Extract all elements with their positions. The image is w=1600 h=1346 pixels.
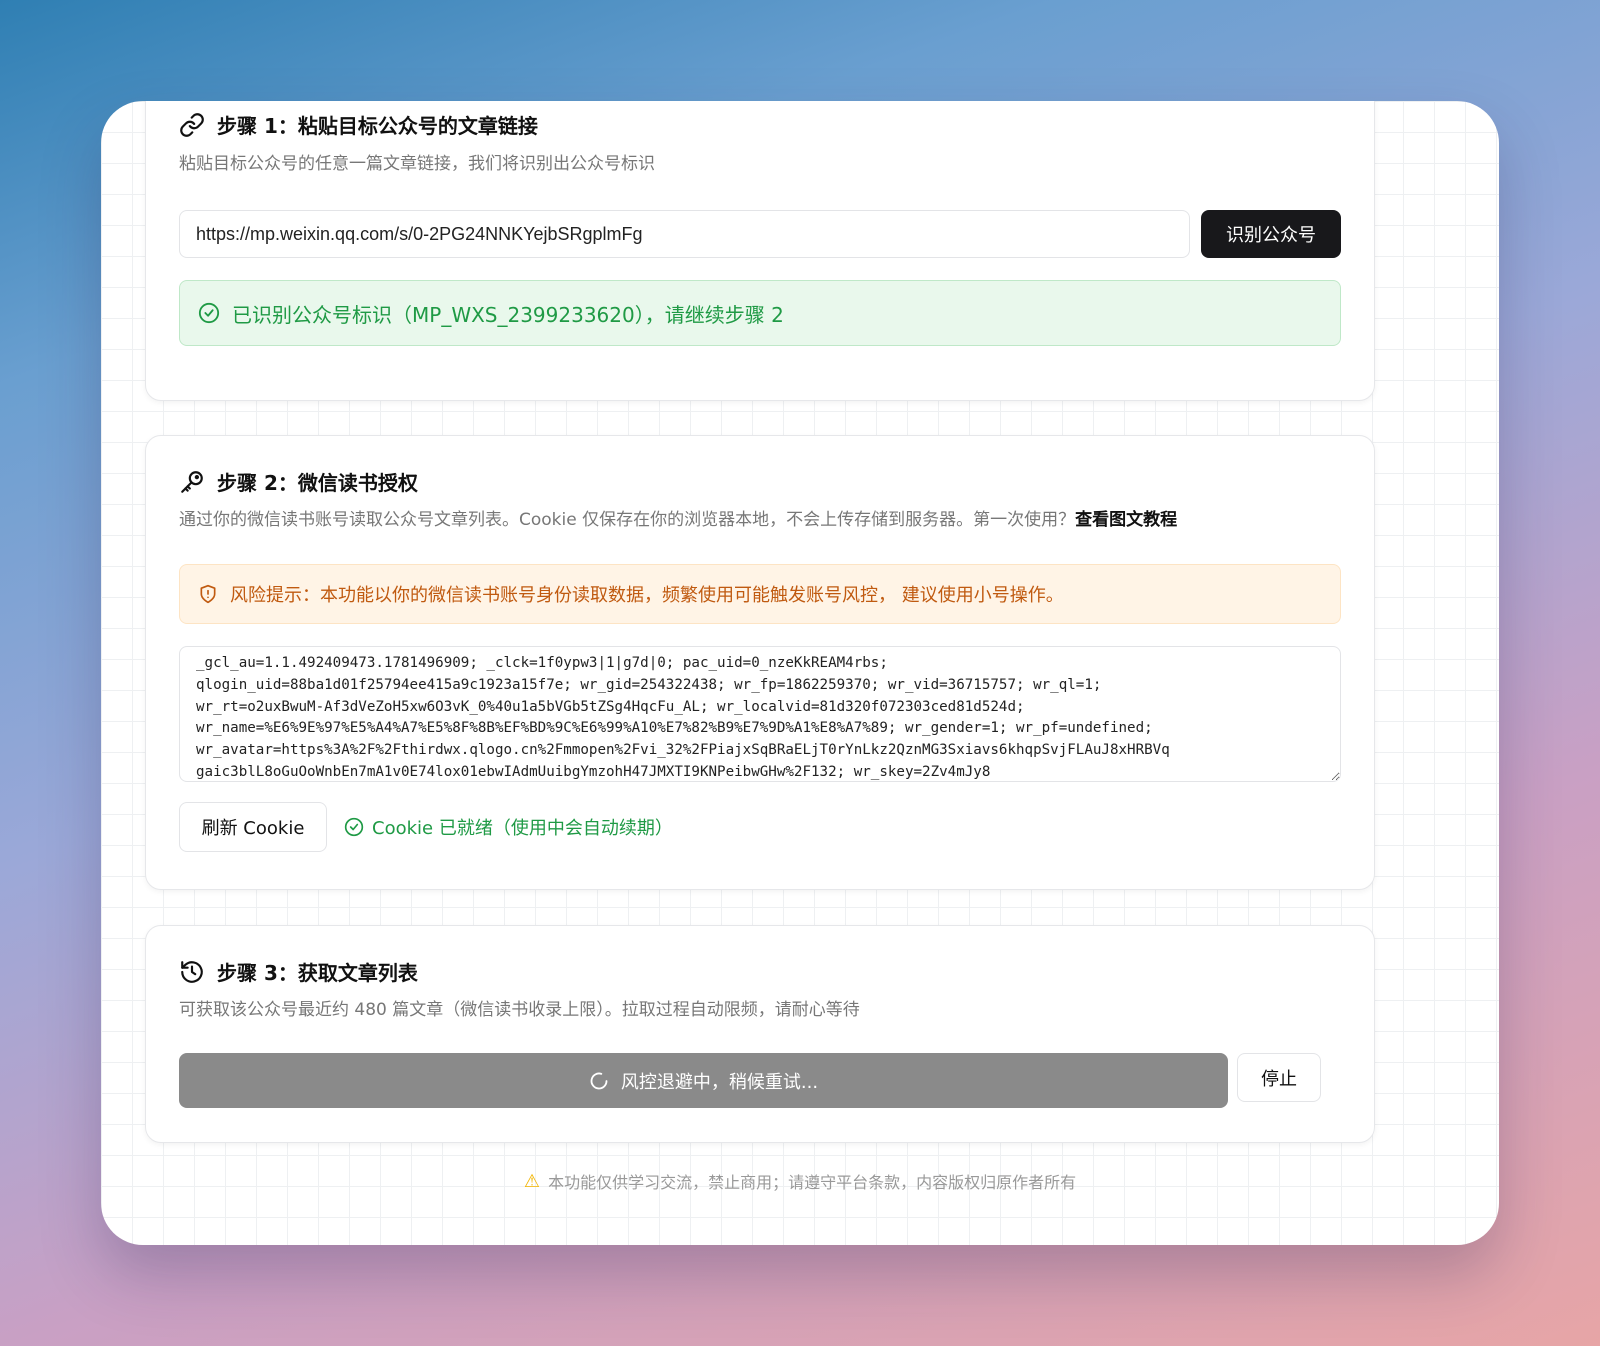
- identify-success-alert: 已识别公众号标识（MP_WXS_2399233620），请继续步骤 2: [179, 280, 1341, 346]
- step1-header: 步骤 1：粘贴目标公众号的文章链接: [179, 110, 538, 139]
- step1-title: 步骤 1：粘贴目标公众号的文章链接: [217, 114, 538, 138]
- step1-description: 粘贴目标公众号的任意一篇文章链接，我们将识别出公众号标识: [179, 154, 655, 174]
- link-icon: [180, 112, 204, 137]
- fetch-progress-button[interactable]: 风控退避中，稍候重试...: [179, 1053, 1228, 1108]
- cookie-status-text: Cookie 已就绪（使用中会自动续期）: [372, 818, 673, 839]
- step3-description: 可获取该公众号最近约 480 篇文章（微信读书收录上限）。拉取过程自动限频，请耐…: [179, 1000, 860, 1020]
- check-circle-icon: [198, 302, 220, 324]
- spinner-icon: [590, 1072, 608, 1089]
- key-icon: [181, 470, 203, 493]
- step2-card: 步骤 2：微信读书授权 通过你的微信读书账号读取公众号文章列表。Cookie 仅…: [145, 435, 1375, 890]
- step2-description-text: 通过你的微信读书账号读取公众号文章列表。Cookie 仅保存在你的浏览器本地，不…: [179, 510, 1076, 530]
- cookie-textarea[interactable]: _gcl_au=1.1.492409473.1781496909; _clck=…: [179, 646, 1341, 782]
- identify-account-button[interactable]: 识别公众号: [1201, 210, 1341, 258]
- step2-header: 步骤 2：微信读书授权: [179, 467, 418, 496]
- step2-title: 步骤 2：微信读书授权: [217, 471, 418, 495]
- step3-card: 步骤 3：获取文章列表 可获取该公众号最近约 480 篇文章（微信读书收录上限）…: [145, 925, 1375, 1143]
- article-url-input[interactable]: [179, 210, 1190, 258]
- identify-success-text: 已识别公众号标识（MP_WXS_2399233620），请继续步骤 2: [232, 302, 784, 327]
- risk-warning-text: 风险提示：本功能以你的微信读书账号身份读取数据，频繁使用可能触发账号风控， 建议…: [230, 585, 1064, 606]
- tutorial-link[interactable]: 查看图文教程: [1075, 510, 1177, 530]
- history-icon: [181, 960, 203, 983]
- step1-card: 步骤 1：粘贴目标公众号的文章链接 粘贴目标公众号的任意一篇文章链接，我们将识别…: [145, 101, 1375, 401]
- check-circle-icon: [344, 817, 364, 837]
- stop-button[interactable]: 停止: [1237, 1053, 1321, 1102]
- step3-title: 步骤 3：获取文章列表: [217, 961, 418, 985]
- footer-disclaimer: ⚠ 本功能仅供学习交流，禁止商用；请遵守平台条款，内容版权归原作者所有: [101, 1169, 1499, 1193]
- fetch-progress-label: 风控退避中，稍候重试...: [620, 1071, 819, 1093]
- shield-alert-icon: [200, 584, 216, 604]
- warning-icon: ⚠: [523, 1170, 541, 1192]
- risk-warning-alert: 风险提示：本功能以你的微信读书账号身份读取数据，频繁使用可能触发账号风控， 建议…: [179, 564, 1341, 624]
- footer-text: 本功能仅供学习交流，禁止商用；请遵守平台条款，内容版权归原作者所有: [548, 1173, 1077, 1192]
- step2-description: 通过你的微信读书账号读取公众号文章列表。Cookie 仅保存在你的浏览器本地，不…: [179, 505, 1177, 530]
- app-window: 步骤 1：粘贴目标公众号的文章链接 粘贴目标公众号的任意一篇文章链接，我们将识别…: [101, 101, 1499, 1245]
- step3-header: 步骤 3：获取文章列表: [179, 957, 418, 986]
- refresh-cookie-button[interactable]: 刷新 Cookie: [179, 802, 327, 852]
- cookie-status: Cookie 已就绪（使用中会自动续期）: [344, 814, 673, 840]
